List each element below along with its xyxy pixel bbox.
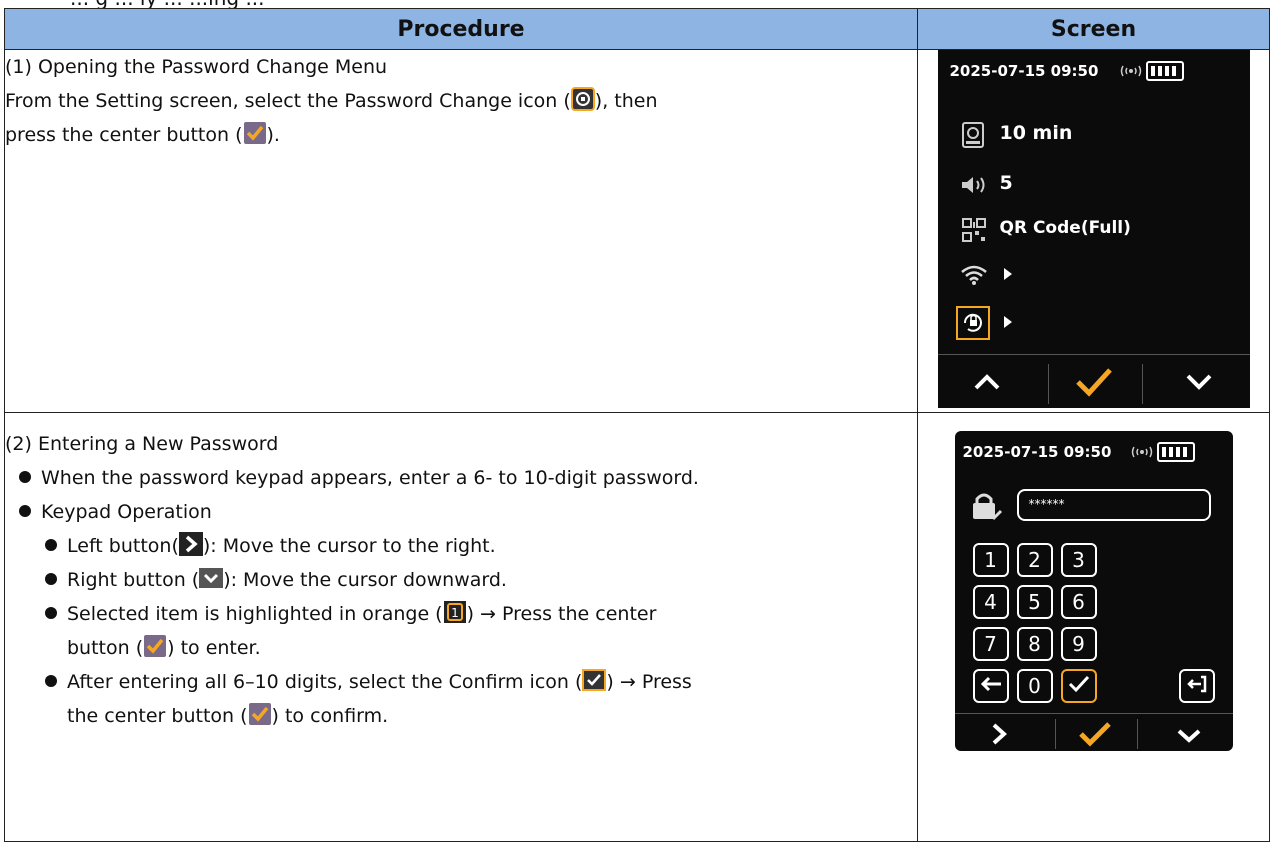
key-0[interactable]: 0 (1016, 669, 1053, 703)
procedure-table: Procedure Screen (1) Opening the Passwor… (4, 8, 1270, 842)
battery-icon (1145, 61, 1184, 81)
datetime: 2025-07-15 09:50 (962, 443, 1112, 461)
step2-title: (2) Entering a New Password (5, 433, 279, 455)
device-screen-settings: 2025-07-15 09:50 10 min 5 QR Code(Full) (937, 50, 1250, 408)
bullet-selected-item-cont: button () to enter. (5, 631, 917, 665)
bullet-keypad-operation: Keypad Operation (5, 495, 917, 529)
divider (954, 713, 1233, 714)
center-check-button-icon (144, 635, 167, 657)
confirm-icon (582, 669, 607, 691)
right-arrow-button-icon (178, 532, 203, 556)
header-screen: Screen (917, 8, 1270, 50)
down-button-icon[interactable] (1175, 727, 1203, 745)
step1-line1: From the Setting screen, select the Pass… (5, 84, 917, 118)
qr-mode-value: QR Code(Full) (999, 218, 1131, 238)
screen2-cell: 2025-07-15 09:50 ****** 1 2 3 4 5 6 7 8 … (917, 412, 1270, 842)
down-arrow-button-icon (199, 568, 224, 588)
up-button-icon[interactable] (972, 372, 1002, 392)
wifi-arrow-icon (1003, 268, 1012, 280)
backspace-arrow-icon (980, 676, 1001, 692)
key-1[interactable]: 1 (972, 543, 1009, 577)
key-8[interactable]: 8 (1016, 627, 1053, 661)
timeout-icon (961, 122, 984, 148)
key-6[interactable]: 6 (1060, 585, 1097, 619)
key-4[interactable]: 4 (972, 585, 1009, 619)
confirm-key[interactable] (1060, 669, 1097, 703)
divider (937, 354, 1250, 355)
svg-text:1: 1 (451, 606, 459, 620)
check-icon (1068, 675, 1089, 693)
bullet-dot-icon (19, 505, 31, 517)
key-9[interactable]: 9 (1060, 627, 1097, 661)
signal-icon (1131, 446, 1152, 458)
volume-value: 5 (999, 172, 1013, 194)
divider (1054, 719, 1056, 749)
datetime: 2025-07-15 09:50 (949, 62, 1099, 80)
bullet-selected-item: Selected item is highlighted in orange (… (5, 597, 917, 631)
backspace-key[interactable] (972, 669, 1009, 703)
wifi-icon (960, 265, 987, 285)
timeout-value: 10 min (999, 122, 1073, 144)
signal-icon (1120, 65, 1141, 77)
bullet-dot-icon (45, 573, 57, 585)
device-screen-keypad: 2025-07-15 09:50 ****** 1 2 3 4 5 6 7 8 … (954, 431, 1233, 751)
divider (1141, 364, 1143, 404)
clipped-top-text: ... g ... ly ... ...ing ... (0, 0, 1274, 8)
divider (1047, 364, 1049, 404)
key-5[interactable]: 5 (1016, 585, 1053, 619)
lock-edit-icon (972, 493, 1002, 521)
bullet-dot-icon (45, 607, 57, 619)
bullet-left-button: Left button(): Move the cursor to the ri… (5, 529, 917, 563)
bullet-confirm-cont: the center button () to confirm. (5, 699, 917, 733)
center-check-button-icon (243, 122, 266, 144)
bullet-dot-icon (45, 539, 57, 551)
center-check-button-icon (248, 703, 271, 725)
battery-icon (1156, 442, 1195, 462)
divider (1136, 719, 1138, 749)
qr-code-icon (961, 218, 986, 242)
step2-cell: (2) Entering a New Password When the pas… (4, 412, 918, 842)
password-change-menu-icon (955, 306, 990, 340)
right-button-icon[interactable] (989, 721, 1009, 747)
screen1-cell: 2025-07-15 09:50 10 min 5 QR Code(Full) (917, 49, 1270, 413)
center-check-button[interactable] (1077, 720, 1113, 748)
bullet-confirm: After entering all 6–10 digits, select t… (5, 665, 917, 699)
password-arrow-icon (1003, 316, 1012, 328)
down-button-icon[interactable] (1184, 372, 1214, 392)
password-input[interactable]: ****** (1016, 489, 1211, 521)
bullet-dot-icon (45, 675, 57, 687)
center-check-button[interactable] (1074, 366, 1114, 398)
step1-cell: (1) Opening the Password Change Menu Fro… (4, 49, 918, 413)
exit-key[interactable] (1178, 669, 1215, 703)
step1-line2: press the center button (). (5, 118, 917, 152)
bullet-right-button: Right button (): Move the cursor downwar… (5, 563, 917, 597)
key-7[interactable]: 7 (972, 627, 1009, 661)
key-3[interactable]: 3 (1060, 543, 1097, 577)
volume-icon (961, 177, 984, 193)
header-procedure: Procedure (4, 8, 918, 50)
step1-title: (1) Opening the Password Change Menu (5, 56, 388, 78)
enter-exit-icon (1186, 675, 1206, 693)
key-2[interactable]: 2 (1016, 543, 1053, 577)
highlighted-key-icon: 1 (443, 601, 466, 623)
bullet-keypad-appears: When the password keypad appears, enter … (5, 461, 917, 495)
bullet-dot-icon (19, 471, 31, 483)
password-change-icon (570, 87, 595, 111)
